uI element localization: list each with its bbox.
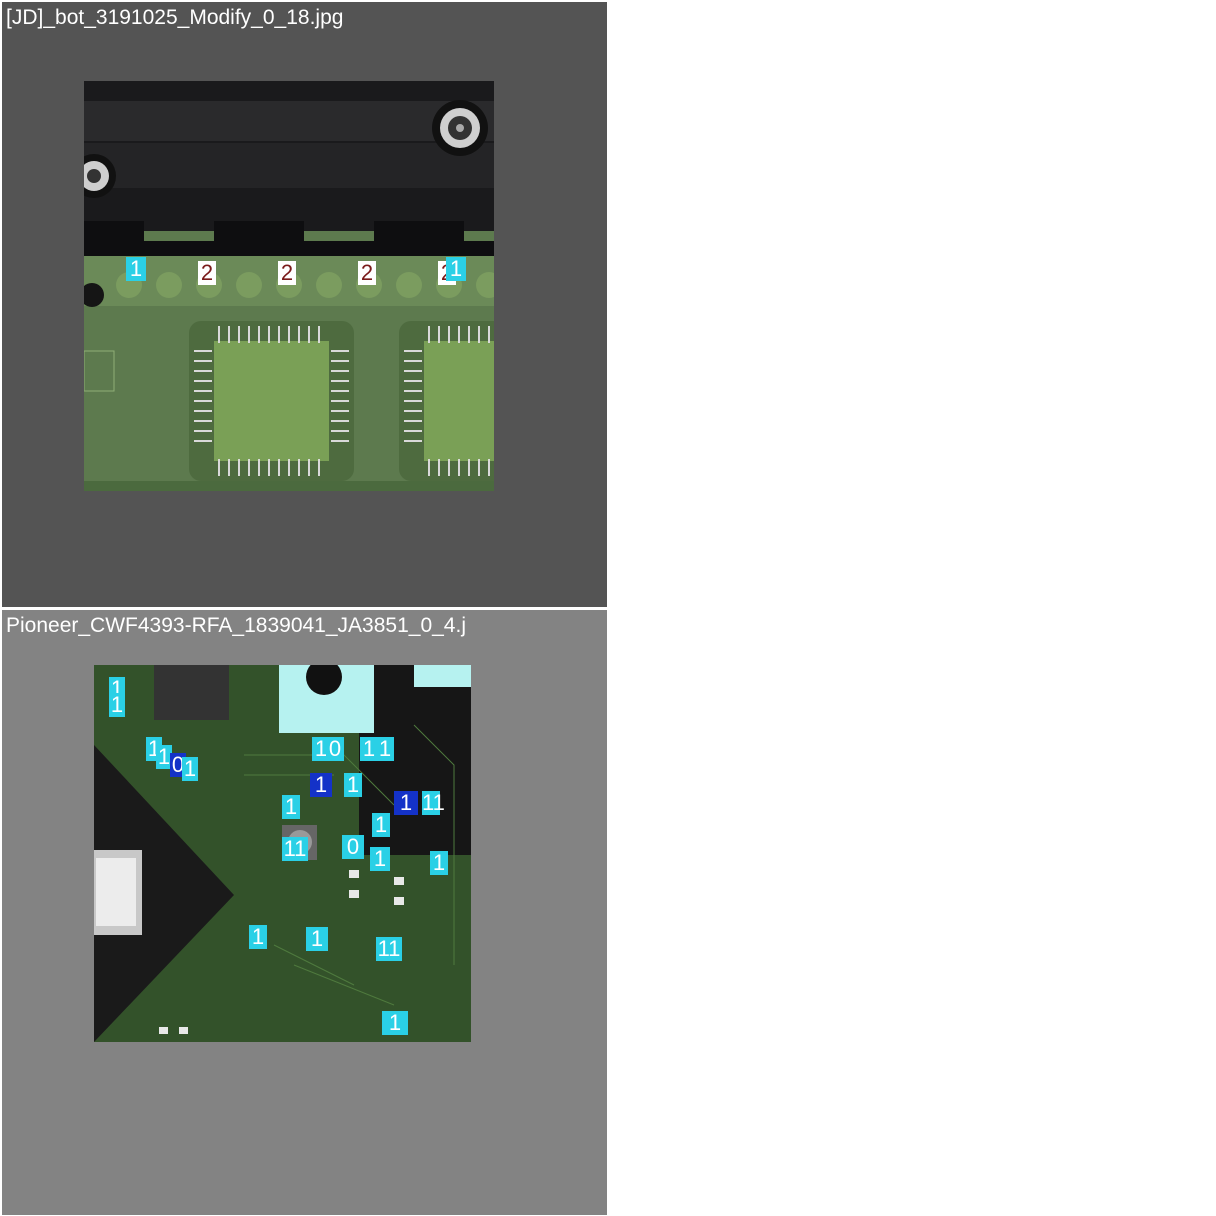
annotation-tag[interactable]: 1	[372, 813, 390, 837]
annotation-tag[interactable]: 1	[126, 257, 146, 281]
annotation-tag[interactable]: 1	[446, 257, 466, 281]
pcb-board-image	[84, 81, 494, 491]
pcb-thumbnail[interactable]: 1 1 1 1 0 1 1 0 1 1 1 1 1 11 1 11 1 0 1 …	[94, 665, 471, 1042]
image-panel-2[interactable]: Pioneer_CWF4393-RFA_1839041_JA3851_0_4.j	[2, 610, 607, 1215]
annotation-tag[interactable]: 1	[394, 791, 418, 815]
annotation-tag[interactable]: 11	[376, 937, 402, 961]
annotation-tag[interactable]: 2	[278, 261, 296, 285]
annotation-tag[interactable]: 1	[249, 925, 267, 949]
annotation-tag[interactable]: 1	[344, 773, 362, 797]
annotation-tag[interactable]: 1	[382, 1011, 408, 1035]
annotation-tag[interactable]: 1	[376, 737, 394, 761]
image-panel-1[interactable]: [JD]_bot_3191025_Modify_0_18.jpg 1 2 2 2…	[2, 2, 607, 607]
annotation-tag[interactable]: 2	[198, 261, 216, 285]
annotation-tag[interactable]: 1	[310, 773, 332, 797]
filename-label: Pioneer_CWF4393-RFA_1839041_JA3851_0_4.j	[6, 614, 466, 637]
filename-label: [JD]_bot_3191025_Modify_0_18.jpg	[6, 6, 344, 29]
annotation-tag[interactable]: 1	[430, 851, 448, 875]
annotation-tag[interactable]: 1	[109, 693, 125, 717]
pcb-thumbnail[interactable]: 1 2 2 2 2 1	[84, 81, 494, 491]
annotation-tag[interactable]: 1	[282, 795, 300, 819]
annotation-tag[interactable]: 0	[342, 835, 364, 859]
annotation-tag[interactable]: 0	[326, 737, 344, 761]
annotation-tag[interactable]: 1	[370, 847, 390, 871]
annotation-tag[interactable]: 2	[358, 261, 376, 285]
annotation-tag[interactable]: 1	[182, 757, 198, 781]
annotation-tag[interactable]: 11	[422, 791, 445, 815]
annotation-tag[interactable]: 1	[306, 927, 328, 951]
annotation-tag[interactable]: 11	[282, 837, 308, 861]
